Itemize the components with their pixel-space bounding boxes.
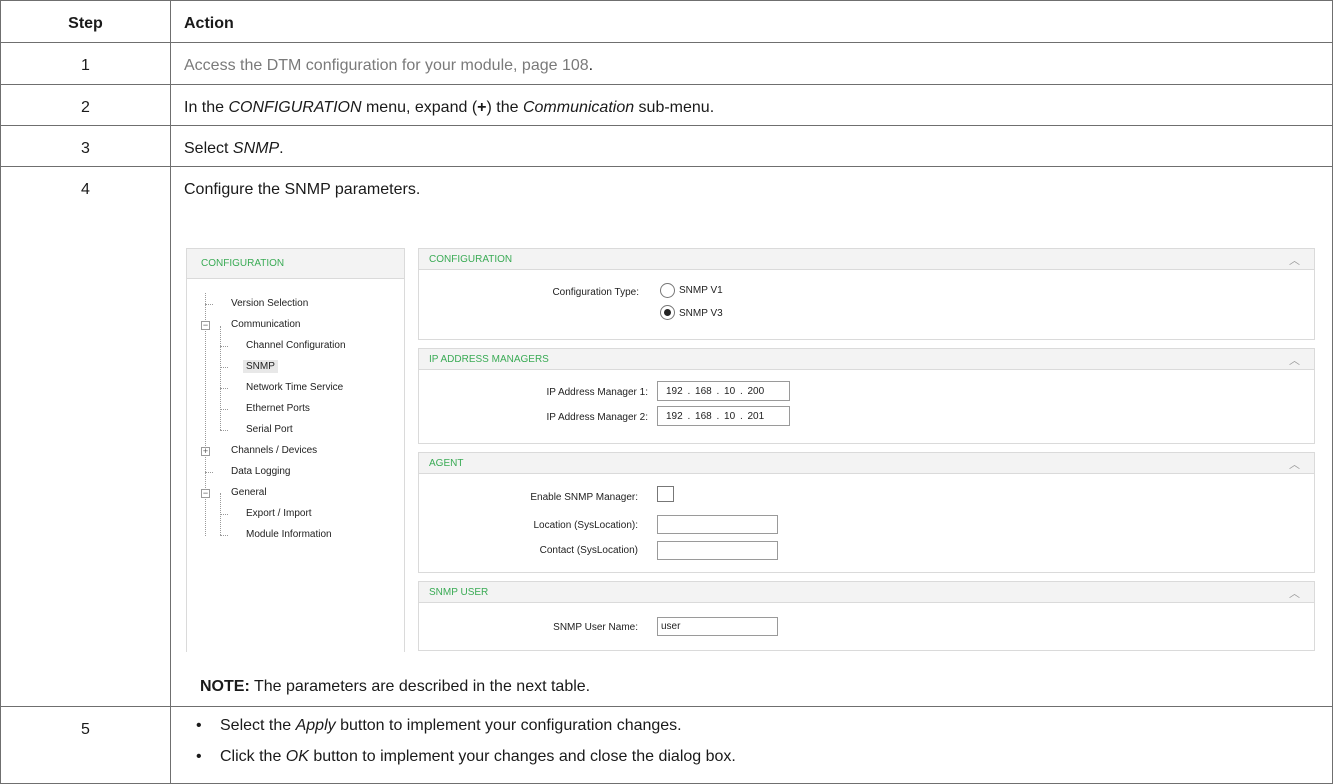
- tree-item-data-logging[interactable]: Data Logging: [231, 466, 291, 477]
- chevron-up-icon[interactable]: ︿: [1289, 352, 1300, 368]
- tree-connector: [220, 430, 228, 431]
- step-header: Step: [1, 1, 171, 42]
- tree-item-serial-port[interactable]: Serial Port: [246, 424, 293, 435]
- tree-title: CONFIGURATION: [187, 249, 404, 279]
- contact-field[interactable]: [657, 541, 778, 560]
- panel-header[interactable]: SNMP USER ︿: [419, 582, 1314, 603]
- ip-manager-1-label: IP Address Manager 1:: [546, 387, 648, 398]
- minus-box-icon[interactable]: −: [201, 321, 210, 330]
- list-item: Click the OK button to implement your ch…: [184, 746, 736, 777]
- snmp-user-name-field[interactable]: user: [657, 617, 778, 636]
- snmp-user-name-label: SNMP User Name:: [553, 622, 638, 633]
- tree-item-version-selection[interactable]: Version Selection: [231, 298, 308, 309]
- contact-label: Contact (SysLocation): [539, 545, 638, 556]
- note-text: NOTE: The parameters are described in th…: [200, 678, 591, 695]
- step-number: 2: [1, 85, 171, 125]
- tree-item-snmp[interactable]: SNMP: [243, 360, 278, 373]
- table-row: 5 Select the Apply button to implement y…: [1, 707, 1332, 783]
- tree-connector: [220, 367, 228, 368]
- chevron-up-icon[interactable]: ︿: [1289, 456, 1300, 472]
- tree-connector: [220, 346, 228, 347]
- location-label: Location (SysLocation):: [533, 520, 638, 531]
- enable-snmp-manager-label: Enable SNMP Manager:: [530, 492, 638, 503]
- snmp-v1-radio[interactable]: [660, 283, 675, 298]
- snmp-v3-label: SNMP V3: [679, 308, 723, 319]
- tree-connector: [220, 535, 228, 536]
- snmp-user-panel: SNMP USER ︿ SNMP User Name: user: [418, 581, 1315, 651]
- configuration-panel: CONFIGURATION ︿ Configuration Type: SNMP…: [418, 248, 1315, 340]
- snmp-v1-label: SNMP V1: [679, 285, 723, 296]
- agent-panel: AGENT ︿ Enable SNMP Manager: Location (S…: [418, 452, 1315, 573]
- tree-item-ethernet-ports[interactable]: Ethernet Ports: [246, 403, 310, 414]
- ip-manager-2-field[interactable]: 192 . 168 . 10 . 201: [657, 406, 790, 426]
- tree-item-channels-devices[interactable]: Channels / Devices: [231, 445, 317, 456]
- tree-item-network-time-service[interactable]: Network Time Service: [246, 382, 343, 393]
- snmp-v3-radio[interactable]: [660, 305, 675, 320]
- minus-box-icon[interactable]: −: [201, 489, 210, 498]
- configuration-type-label: Configuration Type:: [552, 287, 639, 298]
- table-row: 2 In the CONFIGURATION menu, expand (+) …: [1, 85, 1332, 126]
- step-number: 4: [1, 167, 171, 706]
- tree-connector: [220, 409, 228, 410]
- bullet-list: Select the Apply button to implement you…: [184, 715, 736, 777]
- tree-guide: [220, 326, 221, 430]
- location-field[interactable]: [657, 515, 778, 534]
- step-number: 1: [1, 43, 171, 84]
- tree-item-general[interactable]: General: [231, 487, 267, 498]
- panel-header[interactable]: AGENT ︿: [419, 453, 1314, 474]
- chevron-up-icon[interactable]: ︿: [1289, 585, 1300, 601]
- panel-header[interactable]: CONFIGURATION ︿: [419, 249, 1314, 270]
- tree-item-channel-configuration[interactable]: Channel Configuration: [246, 340, 346, 351]
- tree-item-communication[interactable]: Communication: [231, 319, 300, 330]
- panel-header[interactable]: IP ADDRESS MANAGERS ︿: [419, 349, 1314, 370]
- table-row: 3 Select SNMP.: [1, 126, 1332, 167]
- action-cell: Select the Apply button to implement you…: [171, 707, 1332, 783]
- tree-connector: [220, 514, 228, 515]
- configuration-tree: CONFIGURATION − + − Version Selection Co…: [186, 248, 405, 652]
- tree-connector: [220, 388, 228, 389]
- step-number: 5: [1, 707, 171, 783]
- enable-snmp-manager-checkbox[interactable]: [657, 486, 674, 502]
- table-row: 1 Access the DTM configuration for your …: [1, 43, 1332, 85]
- action-cell: In the CONFIGURATION menu, expand (+) th…: [184, 99, 715, 116]
- list-item: Select the Apply button to implement you…: [184, 715, 736, 746]
- ip-manager-2-label: IP Address Manager 2:: [546, 412, 648, 423]
- tree-item-module-information[interactable]: Module Information: [246, 529, 332, 540]
- ip-manager-1-field[interactable]: 192 . 168 . 10 . 200: [657, 381, 790, 401]
- tree-connector: [205, 472, 213, 473]
- action-cell: Select SNMP.: [184, 140, 284, 157]
- ip-address-managers-panel: IP ADDRESS MANAGERS ︿ IP Address Manager…: [418, 348, 1315, 444]
- step-number: 3: [1, 126, 171, 166]
- action-header: Action: [184, 15, 234, 32]
- snmp-config-screenshot: CONFIGURATION − + − Version Selection Co…: [186, 248, 1316, 652]
- dtm-config-link[interactable]: Access the DTM configuration for your mo…: [184, 57, 589, 74]
- tree-connector: [205, 304, 213, 305]
- plus-box-icon[interactable]: +: [201, 447, 210, 456]
- action-cell: Access the DTM configuration for your mo…: [184, 57, 594, 74]
- tree-item-export-import[interactable]: Export / Import: [246, 508, 312, 519]
- chevron-up-icon[interactable]: ︿: [1289, 252, 1300, 268]
- table-header-row: Step Action: [1, 1, 1332, 43]
